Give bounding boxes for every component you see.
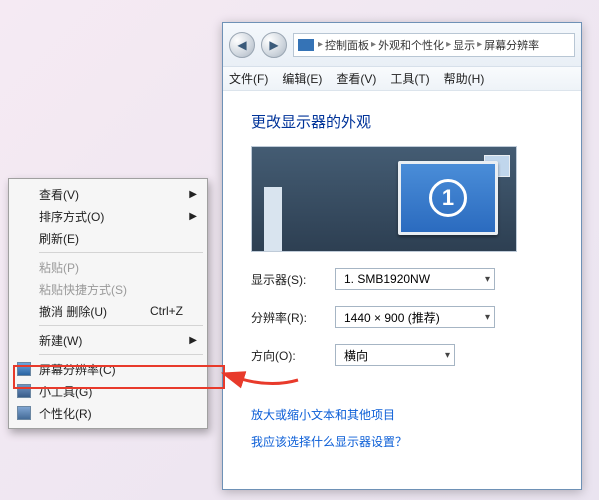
display-select-value: 1. SMB1920NW: [344, 272, 430, 286]
ctx-screen-resolution-label: 屏幕分辨率(C): [39, 361, 116, 378]
resolution-select[interactable]: 1440 × 900 (推荐) ▾: [335, 306, 495, 328]
ctx-gadgets[interactable]: 小工具(G): [11, 380, 205, 402]
orientation-label: 方向(O):: [251, 347, 323, 364]
desktop-context-menu: 查看(V) ▶ 排序方式(O) ▶ 刷新(E) 粘贴(P) 粘贴快捷方式(S) …: [8, 178, 208, 429]
ctx-paste-shortcut-label: 粘贴快捷方式(S): [39, 281, 127, 298]
link-text-size[interactable]: 放大或缩小文本和其他项目: [251, 406, 571, 423]
ctx-refresh-label: 刷新(E): [39, 230, 79, 247]
ctx-new[interactable]: 新建(W) ▶: [11, 329, 205, 351]
display-label: 显示器(S):: [251, 271, 323, 288]
ctx-new-label: 新建(W): [39, 332, 82, 349]
ctx-undo-delete-label: 撤消 删除(U): [39, 303, 107, 320]
ctx-paste-shortcut: 粘贴快捷方式(S): [11, 278, 205, 300]
window-nav-bar: ◀ ▶ ▸ 控制面板 ▸ 外观和个性化 ▸ 显示 ▸ 屏幕分辨率: [223, 23, 581, 67]
ctx-personalize-label: 个性化(R): [39, 405, 92, 422]
breadcrumb-item[interactable]: 控制面板: [325, 37, 369, 53]
ctx-sort-label: 排序方式(O): [39, 208, 104, 225]
breadcrumb-sep: ▸: [318, 39, 323, 50]
resolution-row: 分辨率(R): 1440 × 900 (推荐) ▾: [251, 306, 571, 328]
chevron-down-icon: ▾: [485, 274, 490, 285]
menu-view[interactable]: 查看(V): [336, 70, 376, 87]
back-button[interactable]: ◀: [229, 32, 255, 58]
menu-bar: 文件(F) 编辑(E) 查看(V) 工具(T) 帮助(H): [223, 67, 581, 91]
window-body: 更改显示器的外观 1 显示器(S): 1. SMB1920NW ▾ 分辨率(R)…: [223, 91, 581, 474]
breadcrumb-sep: ▸: [477, 39, 482, 50]
orientation-row: 方向(O): 横向 ▾: [251, 344, 571, 366]
ctx-view[interactable]: 查看(V) ▶: [11, 183, 205, 205]
menu-tools[interactable]: 工具(T): [390, 70, 429, 87]
tutorial-arrow-icon: [230, 368, 300, 395]
breadcrumb-item[interactable]: 显示: [453, 37, 475, 53]
ctx-undo-delete[interactable]: 撤消 删除(U) Ctrl+Z: [11, 300, 205, 322]
submenu-arrow-icon: ▶: [189, 189, 197, 200]
related-links: 放大或缩小文本和其他项目 我应该选择什么显示器设置？: [251, 406, 571, 450]
submenu-arrow-icon: ▶: [189, 211, 197, 222]
breadcrumb-sep: ▸: [371, 39, 376, 50]
menu-help[interactable]: 帮助(H): [444, 70, 485, 87]
breadcrumb-item[interactable]: 屏幕分辨率: [484, 37, 539, 53]
shortcut-text: Ctrl+Z: [150, 304, 183, 318]
primary-monitor-icon[interactable]: 1: [398, 161, 498, 235]
monitor-number: 1: [429, 179, 467, 217]
page-title: 更改显示器的外观: [251, 111, 571, 132]
resolution-select-value: 1440 × 900 (推荐): [344, 309, 440, 326]
submenu-arrow-icon: ▶: [189, 335, 197, 346]
ctx-paste-label: 粘贴(P): [39, 259, 79, 276]
control-panel-icon: [298, 39, 314, 51]
ctx-paste: 粘贴(P): [11, 256, 205, 278]
forward-button[interactable]: ▶: [261, 32, 287, 58]
ctx-sort[interactable]: 排序方式(O) ▶: [11, 205, 205, 227]
ctx-view-label: 查看(V): [39, 186, 79, 203]
menu-separator: [39, 354, 203, 355]
menu-separator: [39, 325, 203, 326]
resolution-label: 分辨率(R):: [251, 309, 323, 326]
ctx-gadgets-label: 小工具(G): [39, 383, 92, 400]
breadcrumb-item[interactable]: 外观和个性化: [378, 37, 444, 53]
display-settings-window: ◀ ▶ ▸ 控制面板 ▸ 外观和个性化 ▸ 显示 ▸ 屏幕分辨率 文件(F) 编…: [222, 22, 582, 490]
display-row: 显示器(S): 1. SMB1920NW ▾: [251, 268, 571, 290]
link-display-settings-help[interactable]: 我应该选择什么显示器设置？: [251, 433, 571, 450]
breadcrumb[interactable]: ▸ 控制面板 ▸ 外观和个性化 ▸ 显示 ▸ 屏幕分辨率: [293, 33, 575, 57]
gadget-icon: [17, 384, 31, 398]
preview-taskbar-icon: [264, 187, 282, 251]
menu-edit[interactable]: 编辑(E): [282, 70, 322, 87]
orientation-select-value: 横向: [344, 347, 368, 364]
ctx-personalize[interactable]: 个性化(R): [11, 402, 205, 424]
menu-file[interactable]: 文件(F): [229, 70, 268, 87]
menu-separator: [39, 252, 203, 253]
orientation-select[interactable]: 横向 ▾: [335, 344, 455, 366]
ctx-screen-resolution[interactable]: 屏幕分辨率(C): [11, 358, 205, 380]
chevron-down-icon: ▾: [485, 312, 490, 323]
breadcrumb-sep: ▸: [446, 39, 451, 50]
personalize-icon: [17, 406, 31, 420]
display-preview[interactable]: 1: [251, 146, 517, 252]
ctx-refresh[interactable]: 刷新(E): [11, 227, 205, 249]
display-select[interactable]: 1. SMB1920NW ▾: [335, 268, 495, 290]
monitor-icon: [17, 362, 31, 376]
chevron-down-icon: ▾: [445, 350, 450, 361]
